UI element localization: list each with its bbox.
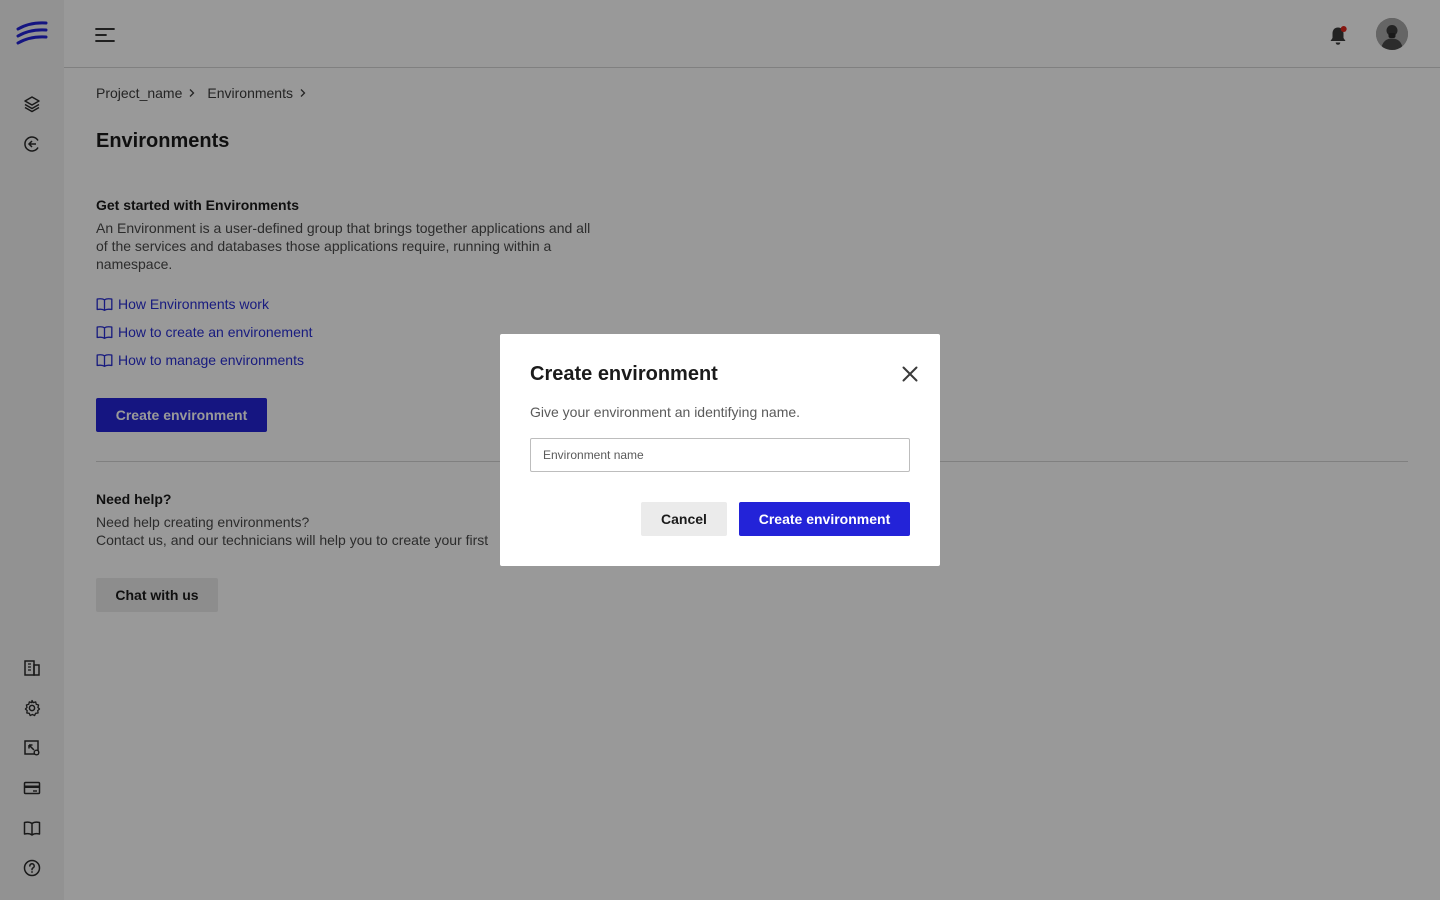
modal-create-environment-button[interactable]: Create environment	[739, 502, 910, 536]
cancel-button[interactable]: Cancel	[641, 502, 727, 536]
close-icon[interactable]	[900, 364, 920, 384]
environment-name-input[interactable]	[530, 438, 910, 472]
create-environment-modal: Create environment Give your environment…	[500, 334, 940, 566]
modal-description: Give your environment an identifying nam…	[530, 404, 801, 420]
modal-title: Create environment	[530, 363, 718, 385]
